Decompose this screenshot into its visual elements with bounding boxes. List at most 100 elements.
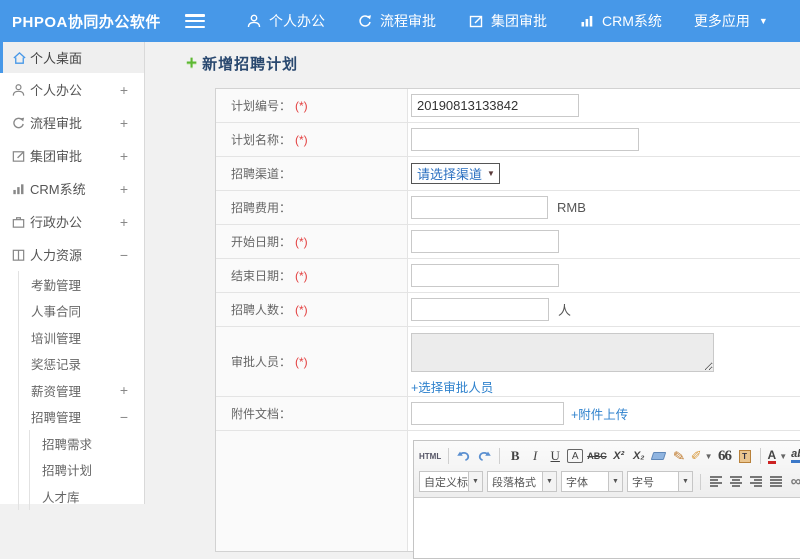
undo-icon[interactable] xyxy=(456,446,472,466)
plan-no-input[interactable] xyxy=(411,94,579,117)
recruitment-submenu: 招聘需求 招聘计划 人才库 xyxy=(29,430,144,510)
chart-icon xyxy=(579,13,595,29)
align-justify-icon[interactable] xyxy=(768,472,784,492)
sidebar-item-attendance[interactable]: 考勤管理 xyxy=(19,271,144,298)
align-left-icon[interactable] xyxy=(708,472,724,492)
sidebar-item-desktop[interactable]: 个人桌面 xyxy=(0,42,144,73)
form-row: 招聘渠道： 请选择渠道 ▼ xyxy=(216,157,800,191)
blockquote-button[interactable]: 66 xyxy=(717,446,733,466)
paintbrush-icon[interactable]: ✎ xyxy=(669,445,688,467)
recruit-plan-form: 计划编号：(*) 计划名称：(*) 招聘渠道： 请选择渠道 ▼ 招聘费用： RM… xyxy=(215,88,800,559)
sidebar-item-crm[interactable]: CRM系统 + xyxy=(0,172,144,205)
sidebar-item-group-approval[interactable]: 集团审批 + xyxy=(0,139,144,172)
caret-down-icon: ▼ xyxy=(678,472,692,491)
cost-label: 招聘费用： xyxy=(231,201,292,215)
editor-content-area[interactable] xyxy=(414,498,800,558)
superscript-button[interactable]: X² xyxy=(611,446,627,466)
expand-icon[interactable]: + xyxy=(120,82,128,98)
headcount-input[interactable] xyxy=(411,298,549,321)
align-right-icon[interactable] xyxy=(748,472,764,492)
font-size-dropdown[interactable]: 字号 ▼ xyxy=(627,471,693,492)
eraser-icon[interactable] xyxy=(650,446,667,466)
form-row: 开始日期： (*) xyxy=(216,225,800,259)
book-icon xyxy=(11,247,26,262)
format-painter-icon[interactable]: ✐ ▼ xyxy=(691,446,713,466)
nav-group-approval[interactable]: 集团审批 xyxy=(455,0,560,42)
nav-personal-office[interactable]: 个人办公 xyxy=(233,0,338,42)
plan-name-label: 计划名称： xyxy=(231,133,292,147)
sidebar-item-recruit-demand[interactable]: 招聘需求 xyxy=(30,430,144,457)
redo-icon[interactable] xyxy=(476,446,492,466)
expand-icon[interactable]: + xyxy=(120,115,128,131)
subscript-button[interactable]: X₂ xyxy=(631,446,647,466)
sidebar-item-training[interactable]: 培训管理 xyxy=(19,324,144,351)
bold-button[interactable]: B xyxy=(507,446,523,466)
select-approvers-link[interactable]: +选择审批人员 xyxy=(411,377,493,396)
html-source-button[interactable]: HTML xyxy=(419,446,441,466)
collapse-icon[interactable]: − xyxy=(120,247,128,263)
nav-more-apps[interactable]: 更多应用 ▼ xyxy=(681,0,781,42)
form-row: 计划名称： (*) xyxy=(216,123,800,157)
sidebar-item-talent-pool[interactable]: 人才库 xyxy=(30,483,144,510)
end-date-input[interactable] xyxy=(411,264,559,287)
form-row: 审批人员： (*) +选择审批人员 xyxy=(216,327,800,397)
page-title: + 新增招聘计划 xyxy=(186,52,299,74)
expand-icon[interactable]: + xyxy=(120,148,128,164)
caret-down-icon: ▼ xyxy=(468,472,482,491)
strikethrough-button[interactable]: ABC xyxy=(587,446,607,466)
custom-title-dropdown[interactable]: 自定义标题▼ xyxy=(419,471,483,492)
top-bar: PHPOA协同办公软件 个人办公 流程审批 集团审批 CRM系统 更多应用 ▼ xyxy=(0,0,800,42)
link-icon[interactable]: ∞ xyxy=(788,472,800,492)
edit-icon xyxy=(11,148,26,163)
sidebar-item-workflow-approval[interactable]: 流程审批 + xyxy=(0,106,144,139)
plus-icon: + xyxy=(186,52,198,74)
sidebar-item-recruit-plan[interactable]: 招聘计划 xyxy=(30,457,144,484)
required-marker: (*) xyxy=(295,354,308,369)
sidebar-item-recruitment[interactable]: 招聘管理 − xyxy=(19,404,144,431)
hr-submenu: 考勤管理 人事合同 培训管理 奖惩记录 薪资管理 + 招聘管理 − 招聘需求 招聘计… xyxy=(18,271,144,510)
approvers-textarea[interactable] xyxy=(411,333,714,372)
user-icon xyxy=(246,13,262,29)
plan-no-label: 计划编号： xyxy=(231,99,292,113)
caret-down-icon: ▼ xyxy=(542,472,556,491)
caret-down-icon: ▼ xyxy=(608,472,622,491)
sidebar-item-personal-office[interactable]: 个人办公 + xyxy=(0,73,144,106)
nav-workflow-approval[interactable]: 流程审批 xyxy=(344,0,449,42)
align-center-icon[interactable] xyxy=(728,472,744,492)
form-row: 招聘人数： (*) 人 xyxy=(216,293,800,327)
briefcase-icon xyxy=(11,214,26,229)
attachment-input[interactable] xyxy=(411,402,564,425)
rich-text-editor: HTML B I U A ABC X² X₂ ✎ ✐ ▼ 66 T A ▼ a … xyxy=(413,440,800,559)
menu-icon[interactable] xyxy=(185,14,205,28)
highlight-color-button[interactable]: ab▼ xyxy=(791,446,800,466)
channel-select[interactable]: 请选择渠道 ▼ xyxy=(411,163,500,184)
expand-icon[interactable]: + xyxy=(120,181,128,197)
required-marker: (*) xyxy=(295,234,308,249)
caret-down-icon: ▼ xyxy=(758,16,768,26)
sidebar-item-hr[interactable]: 人力资源 − xyxy=(0,238,144,271)
collapse-icon[interactable]: − xyxy=(120,409,128,425)
process-icon xyxy=(357,13,373,29)
cost-input[interactable] xyxy=(411,196,548,219)
sidebar-item-salary[interactable]: 薪资管理 + xyxy=(19,377,144,404)
nav-crm-system[interactable]: CRM系统 xyxy=(566,0,675,42)
required-marker: (*) xyxy=(295,98,308,113)
expand-icon[interactable]: + xyxy=(120,382,128,398)
plan-name-input[interactable] xyxy=(411,128,639,151)
attachment-upload-link[interactable]: +附件上传 xyxy=(571,404,628,423)
paste-icon[interactable]: T xyxy=(737,446,753,466)
sidebar-item-admin-office[interactable]: 行政办公 + xyxy=(0,205,144,238)
paragraph-format-dropdown[interactable]: 段落格式 ▼ xyxy=(487,471,557,492)
underline-button[interactable]: U xyxy=(547,446,563,466)
app-logo: PHPOA协同办公软件 xyxy=(12,13,161,31)
sidebar-item-rewards[interactable]: 奖惩记录 xyxy=(19,351,144,378)
form-row: HTML B I U A ABC X² X₂ ✎ ✐ ▼ 66 T A ▼ a … xyxy=(216,431,800,559)
italic-button[interactable]: I xyxy=(527,446,543,466)
editor-toolbar: HTML B I U A ABC X² X₂ ✎ ✐ ▼ 66 T A ▼ a … xyxy=(414,441,800,498)
font-family-dropdown[interactable]: 字体 ▼ xyxy=(561,471,623,492)
sidebar-item-hr-contract[interactable]: 人事合同 xyxy=(19,298,144,325)
expand-icon[interactable]: + xyxy=(120,214,128,230)
start-date-input[interactable] xyxy=(411,230,559,253)
font-color-button[interactable]: A ▼ xyxy=(767,446,787,466)
font-border-button[interactable]: A xyxy=(567,449,584,463)
